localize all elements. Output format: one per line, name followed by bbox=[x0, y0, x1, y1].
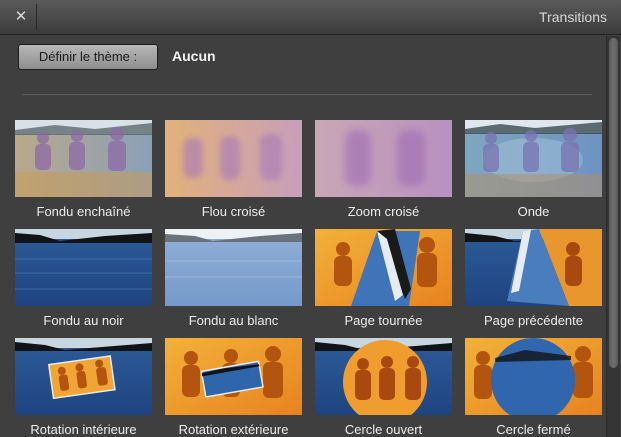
close-icon: ✕ bbox=[14, 8, 28, 25]
divider bbox=[22, 94, 592, 95]
transition-label: Page tournée bbox=[344, 313, 423, 328]
panel-titlebar: ✕ Transitions bbox=[0, 0, 621, 35]
transition-label: Cercle fermé bbox=[496, 422, 571, 437]
current-theme-value: Aucun bbox=[172, 48, 216, 64]
transition-thumbnail bbox=[315, 338, 452, 415]
transition-label: Fondu au blanc bbox=[188, 313, 279, 328]
transition-thumbnail bbox=[15, 338, 152, 415]
transition-label: Fondu au noir bbox=[43, 313, 124, 328]
transition-label: Rotation extérieure bbox=[178, 422, 289, 437]
transition-thumbnail bbox=[15, 229, 152, 306]
transition-label: Cercle ouvert bbox=[344, 422, 423, 437]
transition-thumbnail bbox=[465, 229, 602, 306]
transition-label: Flou croisé bbox=[201, 204, 266, 219]
transition-thumbnail bbox=[315, 120, 452, 197]
scrollbar-thumb[interactable] bbox=[609, 38, 618, 368]
transition-thumbnail bbox=[15, 120, 152, 197]
close-button[interactable]: ✕ bbox=[6, 4, 37, 30]
transition-label: Fondu enchaîné bbox=[36, 204, 131, 219]
transition-label: Rotation intérieure bbox=[30, 422, 137, 437]
transition-label: Onde bbox=[517, 204, 550, 219]
transition-label: Page précédente bbox=[483, 313, 584, 328]
transition-thumbnail bbox=[465, 338, 602, 415]
transition-label: Zoom croisé bbox=[347, 204, 420, 219]
panel-title: Transitions bbox=[539, 9, 607, 25]
transition-thumbnail bbox=[465, 120, 602, 197]
set-theme-button[interactable]: Définir le thème : bbox=[18, 44, 158, 70]
transition-thumbnail bbox=[315, 229, 452, 306]
transition-thumbnail bbox=[165, 120, 302, 197]
transition-thumbnail bbox=[165, 229, 302, 306]
vertical-scrollbar[interactable] bbox=[606, 36, 620, 437]
transition-thumbnail bbox=[165, 338, 302, 415]
